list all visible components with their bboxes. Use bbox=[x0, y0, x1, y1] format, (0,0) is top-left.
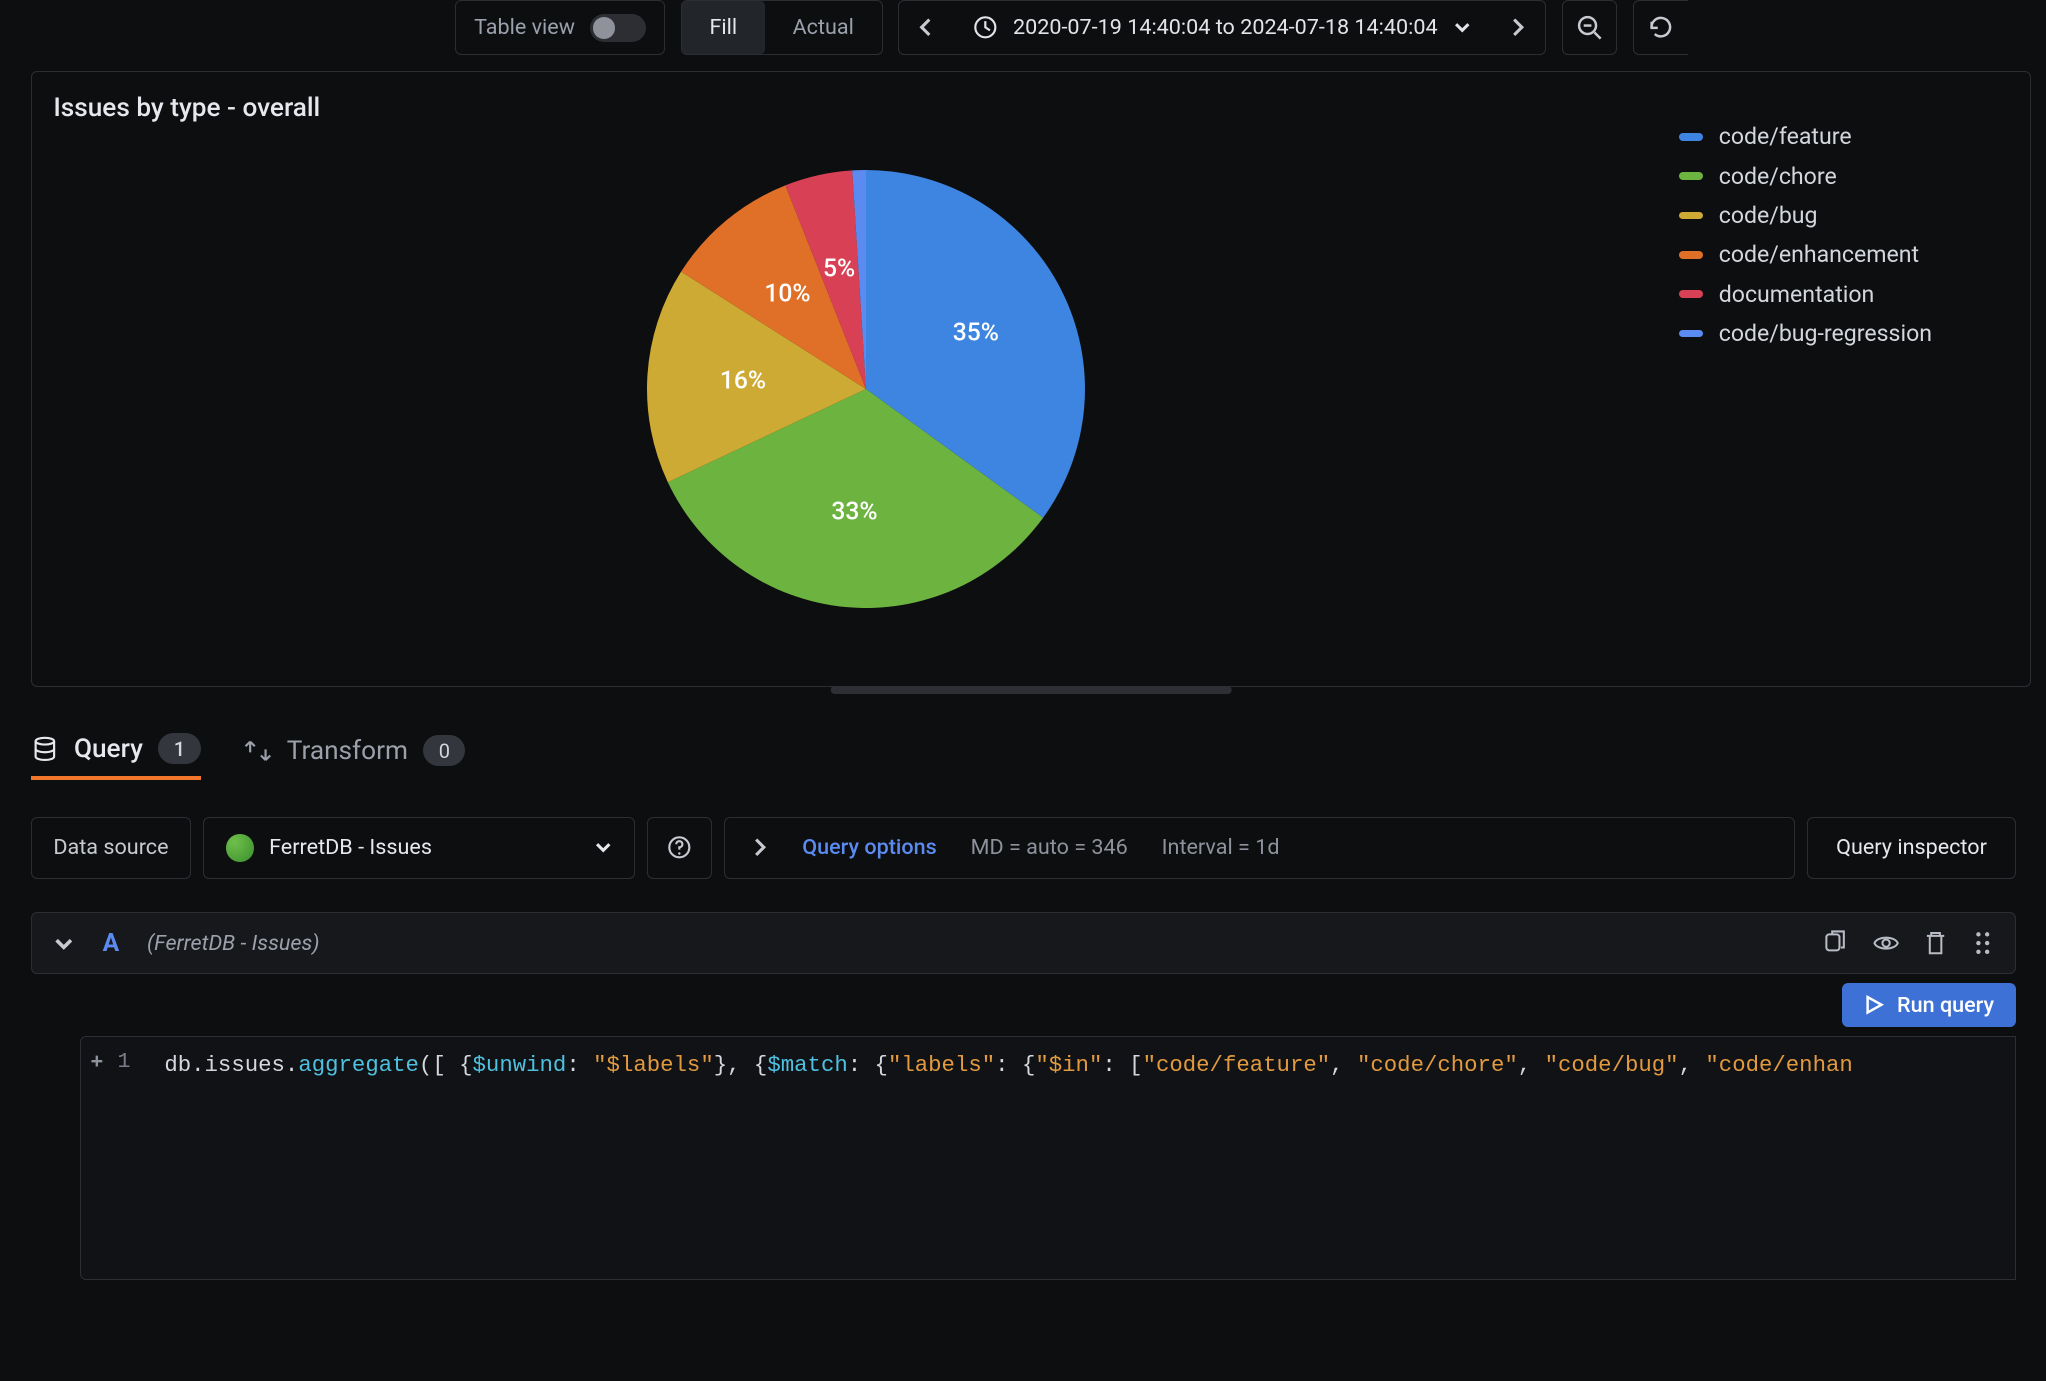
play-icon bbox=[1863, 994, 1885, 1016]
time-range-display[interactable]: 2020-07-19 14:40:04 to 2024-07-18 14:40:… bbox=[954, 15, 1489, 40]
query-options-interval: Interval = 1d bbox=[1162, 835, 1280, 860]
query-letter: A bbox=[103, 929, 120, 958]
legend-label: code/bug-regression bbox=[1719, 320, 1932, 347]
pie-svg bbox=[641, 164, 1091, 614]
transform-icon bbox=[244, 737, 272, 765]
zoom-out-icon bbox=[1576, 14, 1604, 42]
tab-query[interactable]: Query 1 bbox=[31, 733, 201, 779]
fill-button[interactable]: Fill bbox=[682, 1, 765, 54]
fill-actual-segmented: Fill Actual bbox=[681, 0, 883, 55]
code-line[interactable]: db.issues.aggregate([ {$unwind: "$labels… bbox=[164, 1050, 2014, 1081]
legend-swatch bbox=[1679, 212, 1704, 220]
table-view-switch[interactable] bbox=[590, 14, 645, 42]
eye-icon[interactable] bbox=[1873, 930, 1899, 956]
panel-title: Issues by type - overall bbox=[53, 93, 2002, 123]
chevron-left-icon bbox=[917, 18, 935, 36]
time-range-next-button[interactable] bbox=[1490, 1, 1545, 54]
pie-slice-label: 5% bbox=[823, 254, 855, 283]
horizontal-scrollbar[interactable] bbox=[831, 686, 1232, 694]
datasource-value: FerretDB - Issues bbox=[269, 835, 432, 860]
mongodb-leaf-icon bbox=[226, 834, 254, 862]
time-range-picker: 2020-07-19 14:40:04 to 2024-07-18 14:40:… bbox=[898, 0, 1546, 55]
question-icon bbox=[667, 835, 692, 860]
legend-label: code/feature bbox=[1719, 123, 1852, 150]
run-query-label: Run query bbox=[1897, 993, 1994, 1018]
legend-item[interactable]: code/feature bbox=[1679, 123, 2003, 150]
legend-swatch bbox=[1679, 290, 1704, 298]
legend-label: documentation bbox=[1719, 281, 1875, 308]
legend-swatch bbox=[1679, 251, 1704, 259]
tab-transform[interactable]: Transform 0 bbox=[244, 735, 466, 777]
tab-transform-count: 0 bbox=[423, 735, 465, 765]
legend-label: code/enhancement bbox=[1719, 241, 1919, 268]
legend-item[interactable]: code/bug-regression bbox=[1679, 320, 2003, 347]
chevron-down-icon bbox=[594, 838, 612, 856]
editor-tabs: Query 1 Transform 0 bbox=[31, 733, 2016, 795]
legend-item[interactable]: code/chore bbox=[1679, 163, 2003, 190]
fold-plus-icon[interactable]: + bbox=[90, 1051, 103, 1075]
chevron-right-icon bbox=[1508, 18, 1526, 36]
copy-icon[interactable] bbox=[1822, 930, 1848, 956]
refresh-button[interactable] bbox=[1633, 0, 1688, 55]
query-options-md: MD = auto = 346 bbox=[971, 835, 1128, 860]
legend-label: code/chore bbox=[1719, 163, 1837, 190]
line-number: 1 bbox=[117, 1050, 130, 1074]
tab-query-count: 1 bbox=[158, 733, 200, 763]
zoom-out-button[interactable] bbox=[1562, 0, 1617, 55]
legend-swatch bbox=[1679, 133, 1704, 141]
pie-slice-label: 33% bbox=[831, 497, 877, 526]
pie-slice-label: 10% bbox=[764, 280, 810, 309]
query-options-link[interactable]: Query options bbox=[802, 835, 937, 860]
tab-query-label: Query bbox=[74, 734, 143, 764]
time-range-text: 2020-07-19 14:40:04 to 2024-07-18 14:40:… bbox=[1013, 15, 1438, 40]
chevron-right-icon bbox=[750, 838, 768, 856]
database-icon bbox=[31, 735, 59, 763]
top-toolbar: Table view Fill Actual 2020-07-19 14:40:… bbox=[455, 0, 2046, 71]
chart-panel: Issues by type - overall 35%33%16%10%5% … bbox=[31, 71, 2031, 687]
legend-swatch bbox=[1679, 330, 1704, 338]
legend-swatch bbox=[1679, 172, 1704, 180]
query-editor[interactable]: + 1 db.issues.aggregate([ {$unwind: "$la… bbox=[80, 1036, 2016, 1279]
chart-legend: code/feature code/chore code/bug code/enhan… bbox=[1679, 123, 2003, 654]
refresh-icon bbox=[1647, 14, 1675, 42]
datasource-label: Data source bbox=[31, 817, 191, 879]
datasource-help-button[interactable] bbox=[647, 817, 712, 879]
trash-icon[interactable] bbox=[1924, 930, 1947, 956]
table-view-toggle[interactable]: Table view bbox=[455, 0, 666, 55]
clock-icon bbox=[973, 15, 998, 40]
chevron-down-icon[interactable] bbox=[53, 933, 75, 955]
actual-button[interactable]: Actual bbox=[765, 1, 882, 54]
pie-slice-label: 35% bbox=[953, 319, 999, 348]
tab-transform-label: Transform bbox=[287, 736, 408, 766]
pie-chart[interactable]: 35% 33% 16% 10% 5% bbox=[53, 123, 1678, 654]
pie-slice-label: 16% bbox=[720, 367, 766, 396]
time-range-prev-button[interactable] bbox=[899, 1, 954, 54]
drag-handle-icon[interactable] bbox=[1972, 930, 1994, 956]
query-options-bar[interactable]: Query options MD = auto = 346 Interval =… bbox=[724, 817, 1795, 879]
query-row-header[interactable]: A (FerretDB - Issues) bbox=[31, 912, 2016, 974]
table-view-label: Table view bbox=[474, 15, 575, 40]
legend-item[interactable]: documentation bbox=[1679, 281, 2003, 308]
chevron-down-icon bbox=[1453, 18, 1471, 36]
legend-item[interactable]: code/enhancement bbox=[1679, 241, 2003, 268]
query-row-actions bbox=[1822, 930, 1993, 956]
legend-item[interactable]: code/bug bbox=[1679, 202, 2003, 229]
query-config-bar: Data source FerretDB - Issues Query opti… bbox=[31, 817, 2016, 879]
run-query-button[interactable]: Run query bbox=[1842, 983, 2016, 1026]
legend-label: code/bug bbox=[1719, 202, 1818, 229]
datasource-select[interactable]: FerretDB - Issues bbox=[203, 817, 634, 879]
query-inspector-button[interactable]: Query inspector bbox=[1807, 817, 2015, 879]
query-name: (FerretDB - Issues) bbox=[147, 931, 320, 956]
